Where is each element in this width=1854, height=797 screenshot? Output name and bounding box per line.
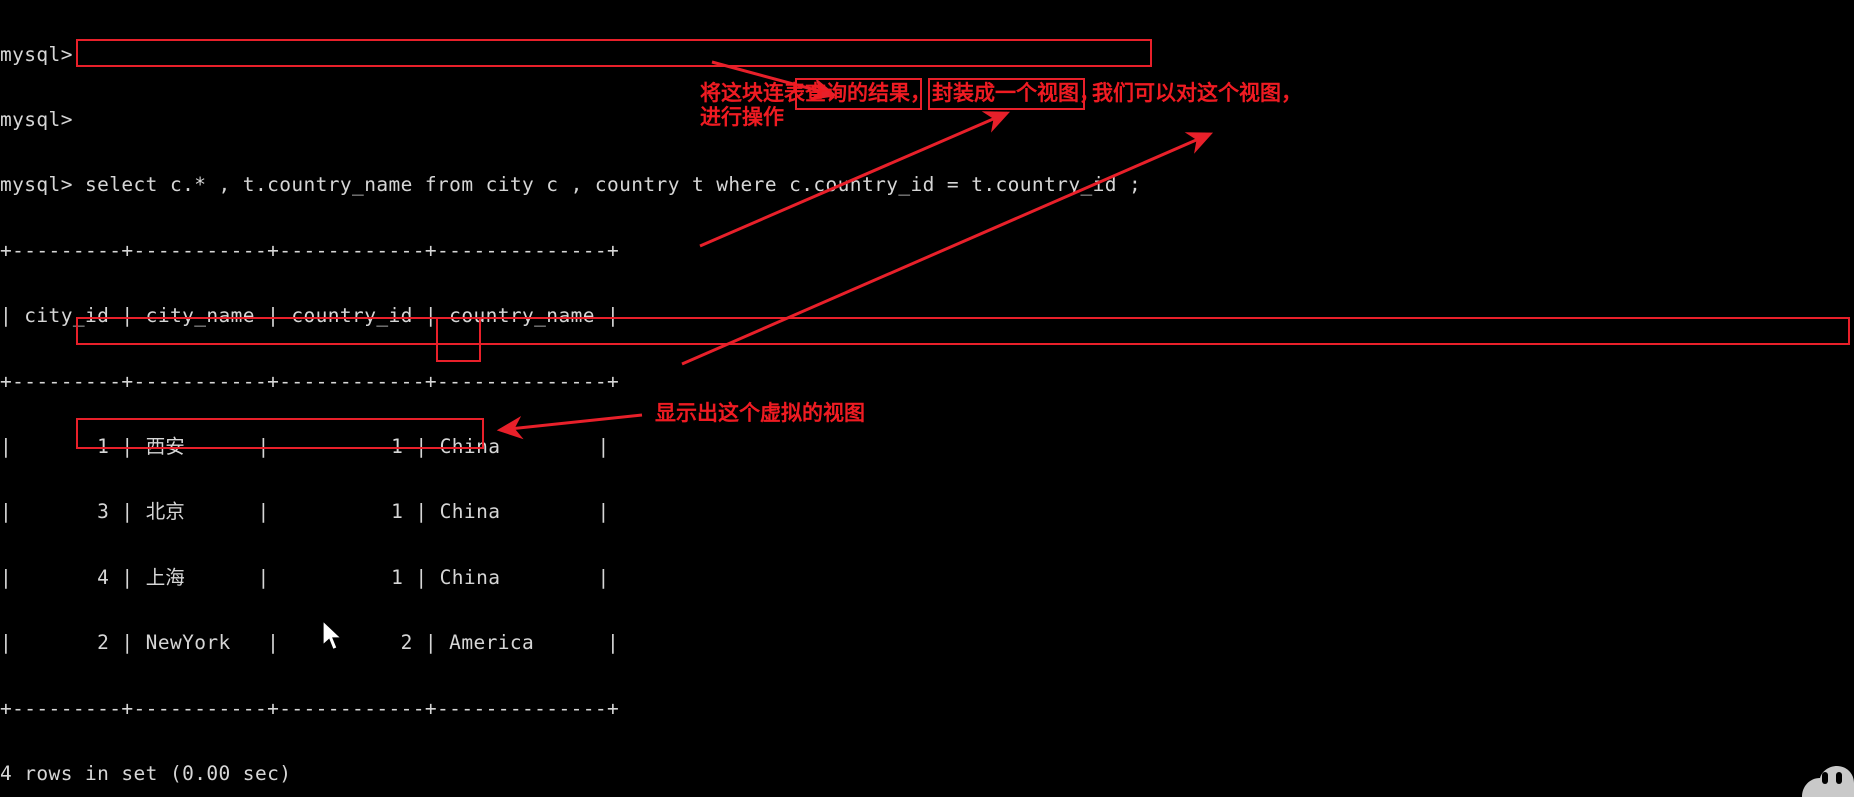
highlight-box-create-view-statement: [76, 317, 1850, 345]
table-row: | 2 | NewYork | 2 | America |: [0, 631, 620, 655]
annotation-note-1: 将这块连表查询的结果，: [700, 81, 931, 105]
partial-overlay-icon: [1802, 766, 1854, 797]
highlight-box-select-view: [76, 418, 484, 449]
annotation-note-4: 我们可以对这个视图，: [1092, 81, 1302, 105]
table-row: | 4 | 上海 | 1 | China |: [0, 565, 610, 589]
table-separator: +---------+-----------+------------+----…: [0, 696, 620, 720]
row-count-status: 4 rows in set (0.00 sec): [0, 761, 292, 785]
annotation-note-2: 进行操作: [700, 105, 784, 129]
annotation-note-5: 显示出这个虚拟的视图: [655, 401, 865, 425]
annotation-note-3: 封装成一个视图，: [932, 81, 1100, 105]
highlight-box-select-join: [76, 39, 1152, 67]
table-separator: +---------+-----------+------------+----…: [0, 238, 620, 262]
table-separator: +---------+-----------+------------+----…: [0, 369, 620, 393]
terminal-line-select-join: mysql> select c.* , t.country_name from …: [0, 173, 1142, 197]
terminal-screenshot: mysql> mysql> mysql> select c.* , t.coun…: [0, 0, 1854, 797]
highlight-box-as-keyword: [436, 317, 481, 362]
mouse-cursor-icon: [322, 620, 343, 651]
terminal-line: mysql>: [0, 107, 73, 131]
table-row: | 3 | 北京 | 1 | China |: [0, 500, 610, 524]
terminal-output[interactable]: mysql> mysql> mysql> select c.* , t.coun…: [0, 0, 1854, 797]
